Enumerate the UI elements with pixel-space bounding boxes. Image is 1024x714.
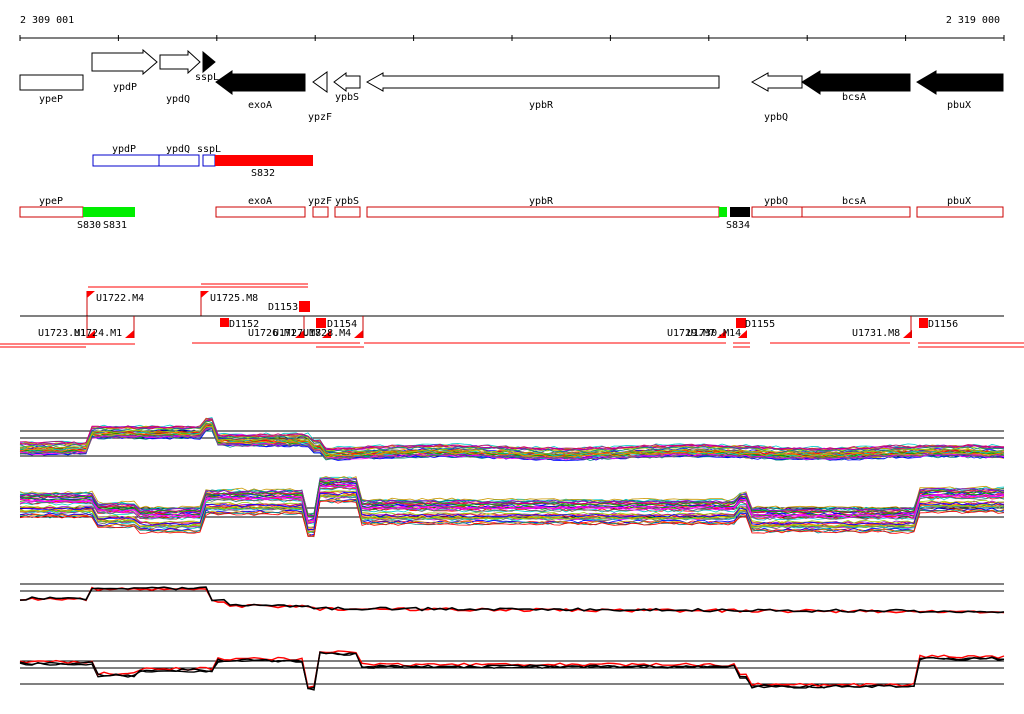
gene-exoA-arrow[interactable]: [215, 70, 306, 95]
segment-label-S832: S832: [251, 168, 275, 179]
profile-curve: [20, 486, 1005, 525]
gene-bcsA-arrow[interactable]: [801, 70, 911, 95]
lower-box-bcsA[interactable]: [801, 206, 911, 218]
lower-box-ypbS[interactable]: [334, 206, 361, 218]
lower-box-ypbQ[interactable]: [751, 206, 803, 218]
lower-label-bcsA: bcsA: [842, 196, 866, 207]
gene-ypbS-arrow[interactable]: [333, 72, 361, 92]
gene-label-bcsA: bcsA: [842, 92, 866, 103]
feature-U1722: U1722.M4: [96, 293, 144, 304]
coordinate-ruler: 2 309 001 2 319 000: [19, 15, 1005, 41]
expression-panel-2: [19, 476, 1005, 538]
segment-label-S830: S830: [77, 220, 101, 231]
marker-U1724-flag[interactable]: [125, 330, 134, 338]
marker-U1722-flag[interactable]: [87, 291, 95, 298]
expression-panel-3: [19, 583, 1005, 614]
gene-label-ypzF: ypzF: [308, 112, 332, 123]
feature-track: U1722.M4 U1725.M8 D1153 U1723.M1 U1724.M…: [0, 283, 1024, 348]
marker-D1153[interactable]: [299, 301, 310, 312]
lower-box-pbuX[interactable]: [916, 206, 1004, 218]
coord-start-label: 2 309 001: [20, 15, 74, 26]
segment-S830-S831[interactable]: [83, 207, 135, 217]
upper-label-ypdQ: ypdQ: [166, 144, 190, 155]
gene-label-sspL: sspL: [195, 72, 219, 83]
profile-curve: [19, 650, 1005, 689]
feature-U1731: U1731.M8: [852, 328, 900, 339]
gene-label-ypbS: ypbS: [335, 92, 359, 103]
lower-label-ypbS: ypbS: [335, 196, 359, 207]
gene-ypbR-arrow[interactable]: [365, 72, 720, 92]
gene-ypbQ-arrow[interactable]: [750, 72, 803, 92]
upper-box-ypdP[interactable]: [92, 154, 160, 167]
gene-label-ypbR: ypbR: [529, 100, 554, 111]
upper-segment-track: ypdP ypdQ sspL S832: [92, 144, 313, 179]
lower-label-ypeP: ypeP: [39, 196, 63, 207]
feature-D1156: D1156: [928, 319, 958, 330]
upper-box-ypdQ[interactable]: [158, 154, 200, 167]
feature-D1155: D1155: [745, 319, 775, 330]
gene-ypeP[interactable]: [19, 74, 84, 91]
gene-label-ypbQ: ypbQ: [764, 112, 788, 123]
lower-box-ypbR[interactable]: [366, 206, 720, 218]
genome-browser-view: 2 309 001 2 319 000 ypeP ypdP ypdQ sspL …: [0, 15, 1024, 691]
lower-label-exoA: exoA: [248, 196, 272, 207]
lower-label-pbuX: pbuX: [947, 196, 971, 207]
lower-label-ypzF: ypzF: [308, 196, 332, 207]
feature-U1725: U1725.M8: [210, 293, 258, 304]
gene-ypzF-arrow[interactable]: [312, 71, 328, 93]
expression-panel-1: [19, 417, 1005, 462]
below-markers: [86, 316, 928, 338]
lower-box-ypeP[interactable]: [19, 206, 84, 218]
gene-ypdQ-arrow[interactable]: [159, 49, 201, 75]
lower-segment-track: ypeP exoA ypzF ypbS ypbR ypbQ bcsA pbuX …: [19, 196, 1004, 231]
gene-track: ypeP ypdP ypdQ sspL exoA ypzF ypbS ypbR …: [19, 48, 1004, 123]
panel1-profiles: [19, 417, 1005, 462]
gene-label-ypdQ: ypdQ: [166, 94, 190, 105]
panel2-profiles: [19, 476, 1005, 538]
marker-D1154[interactable]: [316, 318, 326, 328]
gene-label-pbuX: pbuX: [947, 100, 971, 111]
marker-U1725-flag[interactable]: [201, 291, 209, 298]
expression-panel-4: [19, 650, 1005, 691]
feature-U1724: U1724.M1: [74, 328, 122, 339]
segment-S834[interactable]: [730, 207, 750, 217]
lower-box-exoA[interactable]: [215, 206, 306, 218]
segment-label-S831: S831: [103, 220, 127, 231]
upper-label-ypdP: ypdP: [112, 144, 136, 155]
upper-box-sspL[interactable]: [202, 154, 216, 167]
gene-ypdP-arrow[interactable]: [91, 48, 158, 76]
feature-D1154: D1154: [327, 319, 357, 330]
gene-label-ypdP: ypdP: [113, 82, 137, 93]
lower-box-ypzF[interactable]: [312, 206, 329, 218]
upper-label-sspL: sspL: [197, 144, 221, 155]
marker-D1152[interactable]: [220, 318, 229, 327]
lower-label-ypbR: ypbR: [529, 196, 554, 207]
gene-pbuX-arrow[interactable]: [916, 70, 1004, 95]
feature-U1730: U1730.M14: [687, 328, 741, 339]
lower-label-ypbQ: ypbQ: [764, 196, 788, 207]
gene-label-exoA: exoA: [248, 100, 272, 111]
segment-S832[interactable]: [215, 155, 313, 166]
profile-curve: [19, 651, 1004, 690]
marker-D1156[interactable]: [919, 318, 928, 328]
feature-D1153: D1153: [268, 302, 298, 313]
gene-label-ypeP: ypeP: [39, 94, 63, 105]
gene-sspL-arrow[interactable]: [202, 50, 216, 74]
marker-U1728-flag[interactable]: [354, 330, 363, 338]
coord-end-label: 2 319 000: [946, 15, 1000, 26]
segment-label-S834: S834: [726, 220, 750, 231]
segment-green-small[interactable]: [719, 207, 727, 217]
